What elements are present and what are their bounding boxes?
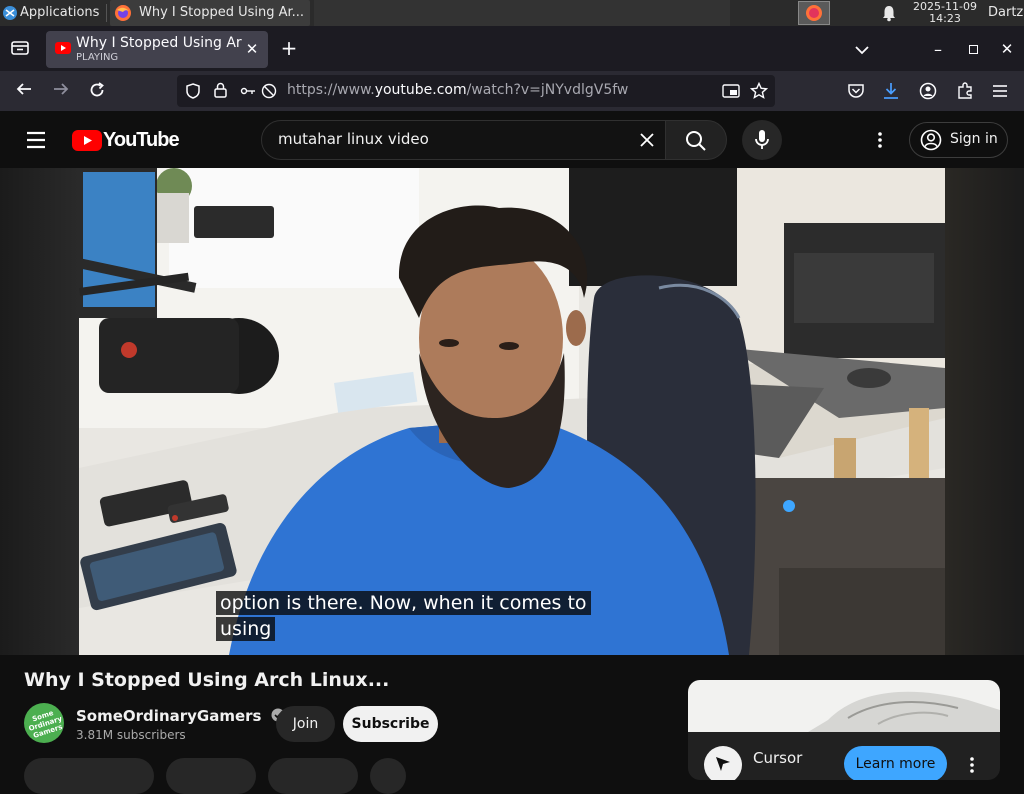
- cursor-logo-icon: [716, 757, 730, 771]
- ad-name: Cursor: [753, 749, 803, 767]
- ad-logo: [704, 746, 742, 780]
- ad-card[interactable]: Cursor Learn more: [688, 680, 1000, 780]
- url-text[interactable]: https://www.youtube.com/watch?v=jNYvdlgV…: [287, 82, 628, 98]
- autoplay-blocked-icon[interactable]: [261, 83, 277, 99]
- user-name[interactable]: Dartz: [988, 5, 1023, 20]
- channel-name[interactable]: SomeOrdinaryGamers: [76, 707, 261, 725]
- taskbar-window-title: Why I Stopped Using Ar...: [139, 5, 305, 20]
- sign-in-button[interactable]: Sign in: [909, 122, 1008, 158]
- youtube-logo-text: YouTube: [103, 129, 180, 151]
- url-domain: youtube.com: [374, 82, 467, 98]
- notification-bell-icon[interactable]: [881, 4, 897, 22]
- youtube-logo[interactable]: YouTube: [72, 128, 180, 152]
- os-taskbar: Applications Why I Stopped Using Ar... 2…: [0, 0, 1024, 27]
- video-title: Why I Stopped Using Arch Linux...: [24, 669, 390, 691]
- xfce-logo-icon: [3, 6, 17, 20]
- video-frame: [79, 168, 945, 655]
- separator: [106, 4, 107, 22]
- taskbar-empty-slot: [314, 0, 730, 26]
- reload-icon[interactable]: [87, 81, 107, 104]
- tab-title: Why I Stopped Using Arc: [76, 35, 242, 51]
- voice-search-button[interactable]: [742, 120, 782, 160]
- extensions-icon[interactable]: [956, 82, 974, 100]
- firefox-icon: [115, 5, 131, 21]
- learn-more-button[interactable]: Learn more: [844, 746, 947, 780]
- shield-icon[interactable]: [186, 83, 200, 99]
- join-button[interactable]: Join: [276, 706, 335, 742]
- clear-search-icon[interactable]: [639, 132, 655, 148]
- forward-arrow-icon[interactable]: [51, 81, 71, 102]
- channel-avatar[interactable]: Some Ordinary Gamers: [24, 703, 64, 743]
- share-button[interactable]: [166, 758, 256, 794]
- player-backdrop-left: [0, 168, 79, 655]
- new-tab-icon[interactable]: +: [279, 38, 299, 60]
- downloads-icon[interactable]: [882, 81, 900, 101]
- tab-youtube[interactable]: Why I Stopped Using Arc PLAYING ✕: [46, 31, 268, 68]
- window-close-icon[interactable]: ✕: [999, 39, 1015, 59]
- applications-label: Applications: [20, 5, 100, 20]
- caption-line-2: using: [216, 617, 276, 641]
- channel-avatar-text: Some Ordinary Gamers: [27, 708, 64, 740]
- taskbar-window-button[interactable]: Why I Stopped Using Ar...: [110, 0, 310, 26]
- minimize-icon[interactable]: –: [930, 40, 946, 60]
- firefox-tray-icon: [806, 5, 822, 21]
- subscribe-button[interactable]: Subscribe: [343, 706, 438, 742]
- lock-icon[interactable]: [214, 82, 227, 98]
- video-player[interactable]: option is there. Now, when it comes to u…: [79, 168, 945, 655]
- maximize-icon[interactable]: [969, 45, 978, 54]
- microphone-icon: [755, 130, 769, 149]
- firefox-view-icon[interactable]: [10, 40, 30, 60]
- more-actions-button[interactable]: [370, 758, 406, 794]
- pocket-icon[interactable]: [847, 82, 865, 100]
- youtube-favicon-icon: [55, 42, 71, 54]
- guide-menu-icon[interactable]: [26, 131, 46, 149]
- more-options-vertical-icon[interactable]: [877, 131, 883, 149]
- subscriber-count: 3.81M subscribers: [76, 728, 186, 742]
- player-backdrop-right: [945, 168, 1024, 655]
- channel-info: SomeOrdinaryGamers 3.81M subscribers: [76, 706, 285, 742]
- url-bar[interactable]: https://www.youtube.com/watch?v=jNYvdlgV…: [177, 75, 775, 107]
- url-prefix: https://www.: [287, 82, 375, 98]
- search-button[interactable]: [665, 120, 727, 160]
- clock-time: 14:23: [929, 12, 961, 25]
- sign-in-label: Sign in: [950, 131, 998, 147]
- save-button[interactable]: [268, 758, 358, 794]
- systray-firefox[interactable]: [798, 1, 830, 25]
- subtitle-captions: option is there. Now, when it comes to u…: [216, 591, 591, 641]
- search-input[interactable]: mutahar linux video: [278, 130, 429, 148]
- user-circle-icon: [920, 129, 942, 151]
- permissions-icon[interactable]: [240, 84, 256, 98]
- tab-audio-status: PLAYING: [76, 52, 119, 63]
- list-all-tabs-chevron-icon[interactable]: [852, 40, 872, 60]
- like-dislike-button[interactable]: [24, 758, 154, 794]
- hamburger-menu-icon[interactable]: [992, 84, 1008, 98]
- youtube-play-logo-icon: [72, 130, 102, 151]
- url-path: /watch?v=jNYvdlgV5fw: [466, 82, 629, 98]
- bookmark-star-icon[interactable]: [750, 82, 768, 100]
- search-icon: [686, 131, 706, 151]
- ad-banner-image: [688, 680, 1000, 732]
- back-arrow-icon[interactable]: [14, 81, 34, 102]
- picture-in-picture-icon[interactable]: [722, 83, 740, 99]
- clock[interactable]: 2025-11-09 14:23: [908, 1, 982, 25]
- caption-line-1: option is there. Now, when it comes to: [216, 591, 591, 615]
- ad-more-options-icon[interactable]: [969, 756, 975, 774]
- tab-close-icon[interactable]: ✕: [242, 39, 262, 59]
- account-icon[interactable]: [919, 82, 937, 100]
- search-box[interactable]: mutahar linux video: [261, 120, 666, 160]
